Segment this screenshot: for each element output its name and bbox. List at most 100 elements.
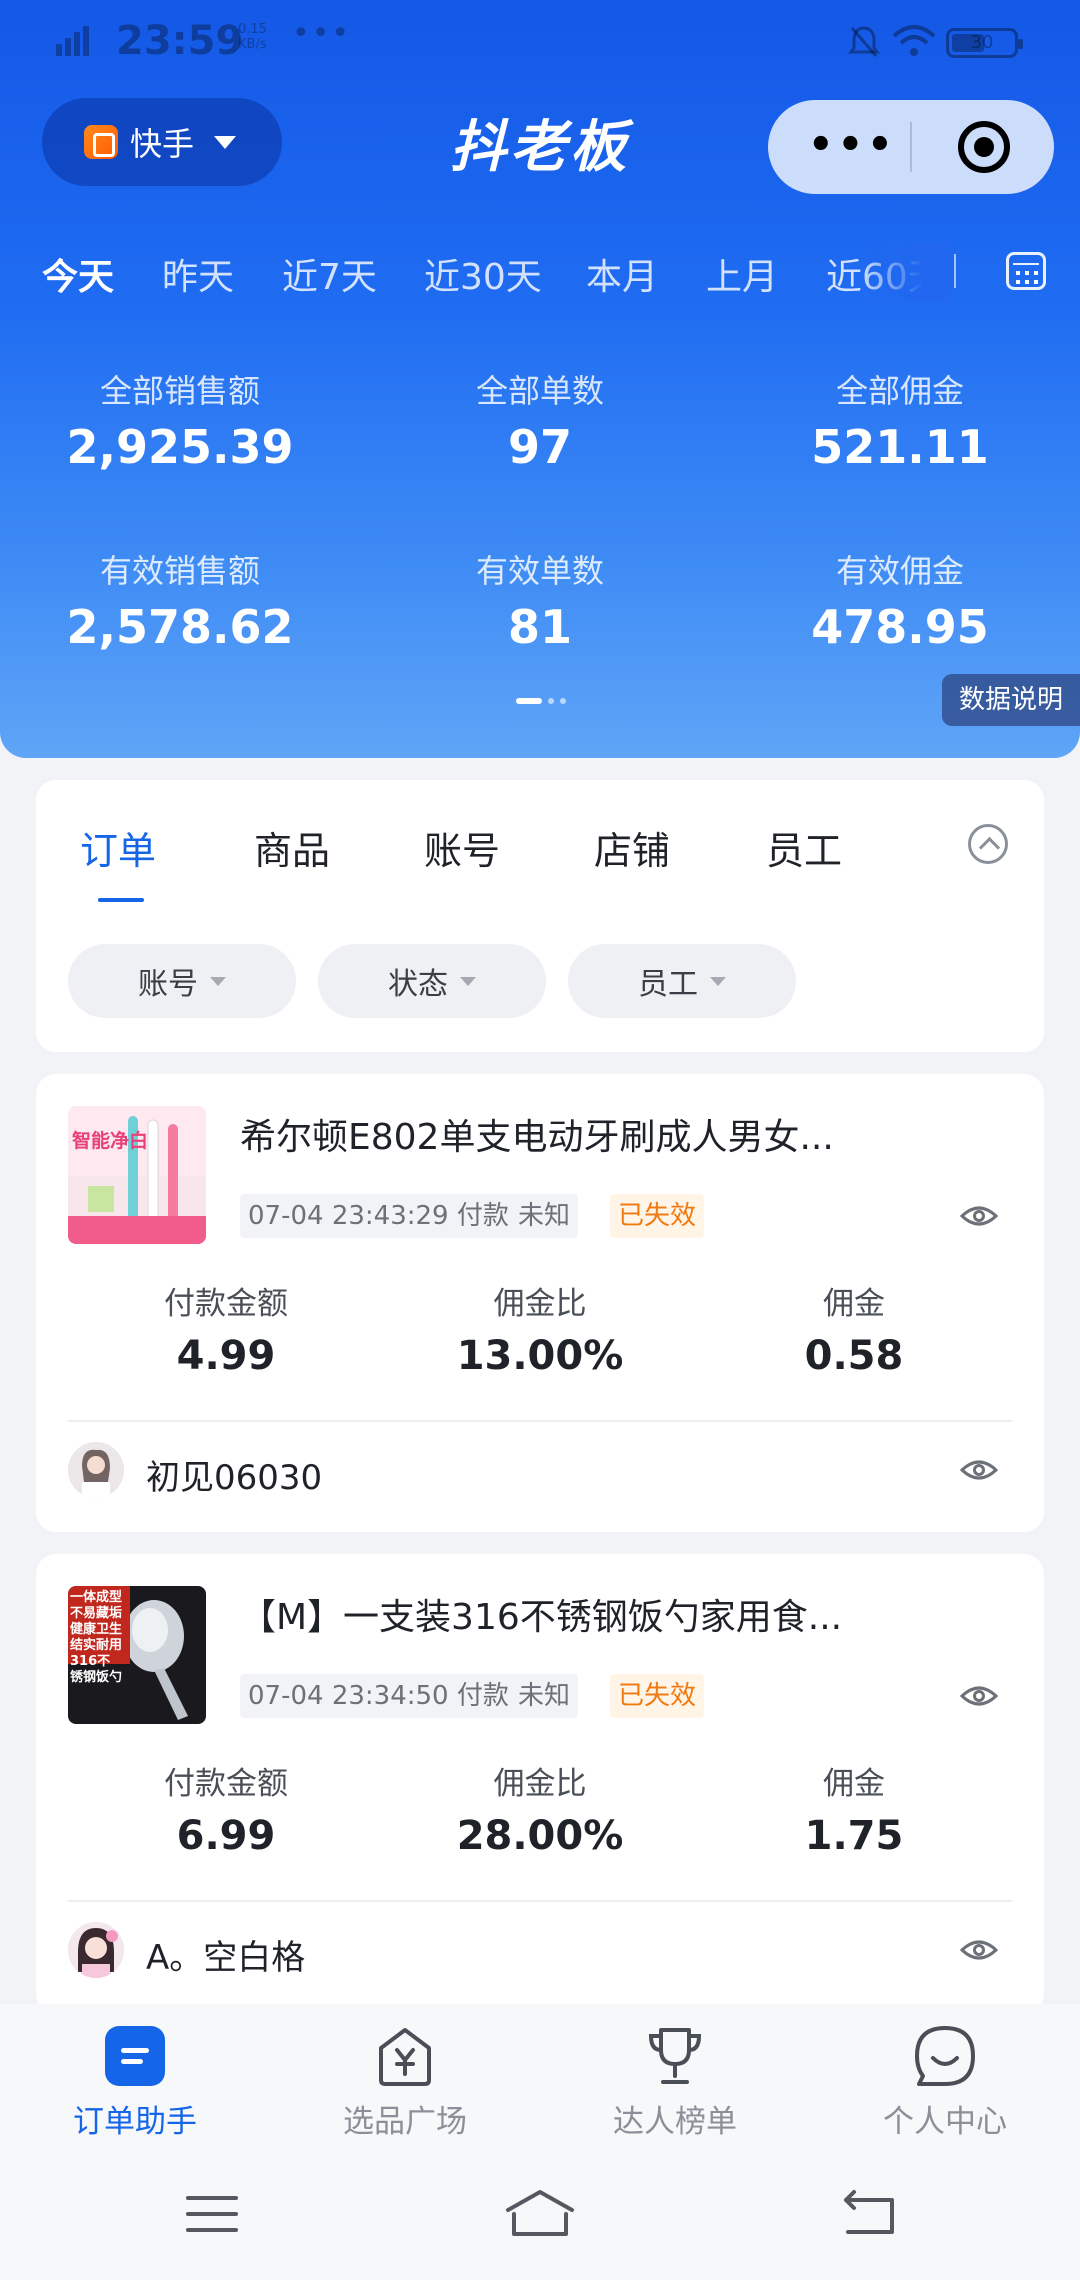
product-title: 【M】一支装316不锈钢饭勺家用食... (240, 1597, 843, 1638)
status-bar: 23:59 0.15 KB/s ••• 30 (0, 0, 1080, 84)
product-thumbnail: 一体成型 不易藏垢 健康卫生 结实耐用 316不 锈钢饭勺 (68, 1586, 206, 1724)
caret-down-icon (210, 976, 226, 986)
stat-value: 81 (507, 600, 572, 654)
order-list-icon (105, 2026, 165, 2086)
metric-label: 付款金额 (164, 1766, 288, 1802)
smile-chat-icon (915, 2026, 975, 2086)
battery-icon: 30 (946, 28, 1023, 58)
metric-value: 4.99 (176, 1333, 276, 1379)
metric-commission: 佣金 0.58 (704, 1278, 1004, 1379)
stat-label: 有效销售额 (99, 552, 260, 590)
mute-bell-icon (848, 26, 880, 57)
yen-bag-icon (379, 2028, 431, 2086)
stat-label: 全部单数 (475, 372, 604, 410)
metric-commission: 佣金 1.75 (704, 1758, 1004, 1859)
menu-icon[interactable] (182, 2184, 242, 2244)
date-tab-yesterday[interactable]: 昨天 (162, 248, 234, 300)
stat-label: 全部销售额 (99, 372, 260, 410)
battery-level: 30 (970, 32, 994, 53)
carousel-indicator (516, 698, 576, 706)
filter-status[interactable]: 状态 (318, 944, 546, 1018)
metric-pay-amount: 付款金额 4.99 (76, 1278, 376, 1379)
stat-value: 2,578.62 (66, 600, 294, 654)
metric-value: 0.58 (804, 1333, 904, 1379)
product-thumbnail: 智能净白 (68, 1106, 206, 1244)
divider (954, 254, 956, 288)
stat-valid-commission: 有效佣金 478.95 (720, 546, 1080, 654)
caret-down-icon (710, 976, 726, 986)
tab-staff[interactable]: 员工 (766, 820, 842, 875)
filter-staff[interactable]: 员工 (568, 944, 796, 1018)
wifi-icon (892, 25, 936, 56)
system-navigation-bar (0, 2150, 1080, 2280)
account-name: A。空白格 (146, 1938, 306, 1978)
tab-products[interactable]: 商品 (254, 820, 330, 875)
more-options-button[interactable]: ••• (808, 125, 893, 165)
tab-label: 达人榜单 (613, 2104, 737, 2140)
metric-value: 13.00% (456, 1333, 624, 1379)
back-icon[interactable] (840, 2184, 900, 2244)
order-card[interactable]: 智能净白 希尔顿E802单支电动牙刷成人男女... 07-04 23:43:29… (36, 1074, 1044, 1532)
eye-icon[interactable] (960, 1458, 998, 1482)
thumb-text: 一体成型 不易藏垢 健康卫生 结实耐用 316不 锈钢饭勺 (70, 1590, 123, 1685)
header-banner: 23:59 0.15 KB/s ••• 30 快手 抖老板 ••• 今天 昨天 … (0, 0, 1080, 758)
metric-value: 6.99 (176, 1813, 276, 1859)
caret-down-icon (460, 976, 476, 986)
stat-label: 有效佣金 (835, 552, 964, 590)
account-name: 初见06030 (146, 1458, 323, 1498)
order-card[interactable]: 一体成型 不易藏垢 健康卫生 结实耐用 316不 锈钢饭勺 【M】一支装316不… (36, 1554, 1044, 2014)
metric-value: 28.00% (456, 1813, 624, 1859)
tab-product-plaza[interactable]: 选品广场 (270, 2004, 540, 2150)
data-explanation-button[interactable]: 数据说明 (942, 674, 1080, 726)
tab-accounts[interactable]: 账号 (424, 820, 500, 875)
metric-label: 佣金 (823, 1766, 885, 1802)
divider (68, 1420, 1012, 1422)
eye-icon[interactable] (960, 1204, 998, 1228)
stat-value: 521.11 (811, 420, 989, 474)
close-miniprogram-button[interactable] (958, 121, 1010, 173)
filter-label: 状态 (388, 967, 448, 1002)
divider (68, 1900, 1012, 1902)
date-tab-this-month[interactable]: 本月 (586, 248, 658, 300)
status-unknown-badge: 未知 (510, 1674, 579, 1718)
tab-order-assistant[interactable]: 订单助手 (0, 2004, 270, 2150)
tab-orders[interactable]: 订单 (80, 820, 156, 875)
bottom-tab-bar: 订单助手 选品广场 达人榜单 个人中心 (0, 2004, 1080, 2150)
stat-label: 全部佣金 (835, 372, 964, 410)
avatar (68, 1442, 124, 1498)
date-tab-last-month[interactable]: 上月 (706, 248, 778, 300)
tab-shops[interactable]: 店铺 (594, 820, 670, 875)
metric-label: 付款金额 (164, 1286, 288, 1322)
tab-personal-center[interactable]: 个人中心 (810, 2004, 1080, 2150)
stat-total-sales: 全部销售额 2,925.39 (0, 366, 360, 474)
metric-label: 佣金比 (493, 1286, 587, 1322)
metric-label: 佣金比 (493, 1766, 587, 1802)
date-tab-7days[interactable]: 近7天 (282, 248, 377, 300)
filter-account[interactable]: 账号 (68, 944, 296, 1018)
status-time: 23:59 (116, 18, 244, 64)
status-badge: 已失效 (610, 1674, 705, 1718)
network-speed: 0.15 KB/s (238, 22, 267, 52)
metric-value: 1.75 (804, 1813, 904, 1859)
metric-pay-amount: 付款金额 6.99 (76, 1758, 376, 1859)
home-icon[interactable] (504, 2184, 576, 2244)
stat-label: 有效单数 (475, 552, 604, 590)
tab-label: 选品广场 (343, 2104, 467, 2140)
active-tab-indicator (98, 898, 144, 902)
stat-value: 2,925.39 (66, 420, 294, 474)
pay-time: 07-04 23:43:29 付款 (240, 1194, 517, 1238)
tab-label: 订单助手 (73, 2104, 197, 2140)
stat-valid-sales: 有效销售额 2,578.62 (0, 546, 360, 654)
date-tab-30days[interactable]: 近30天 (424, 248, 542, 300)
calendar-icon[interactable] (1006, 252, 1046, 290)
chevron-up-icon[interactable] (968, 824, 1008, 864)
date-tab-today[interactable]: 今天 (42, 248, 114, 300)
product-title: 希尔顿E802单支电动牙刷成人男女... (240, 1117, 834, 1158)
eye-icon[interactable] (960, 1938, 998, 1962)
miniprogram-capsule: ••• (768, 100, 1054, 194)
eye-icon[interactable] (960, 1684, 998, 1708)
stat-total-orders: 全部单数 97 (360, 366, 720, 474)
tab-influencer-ranking[interactable]: 达人榜单 (540, 2004, 810, 2150)
thumb-text: 智能净白 (72, 1130, 149, 1152)
metric-commission-rate: 佣金比 28.00% (390, 1758, 690, 1859)
